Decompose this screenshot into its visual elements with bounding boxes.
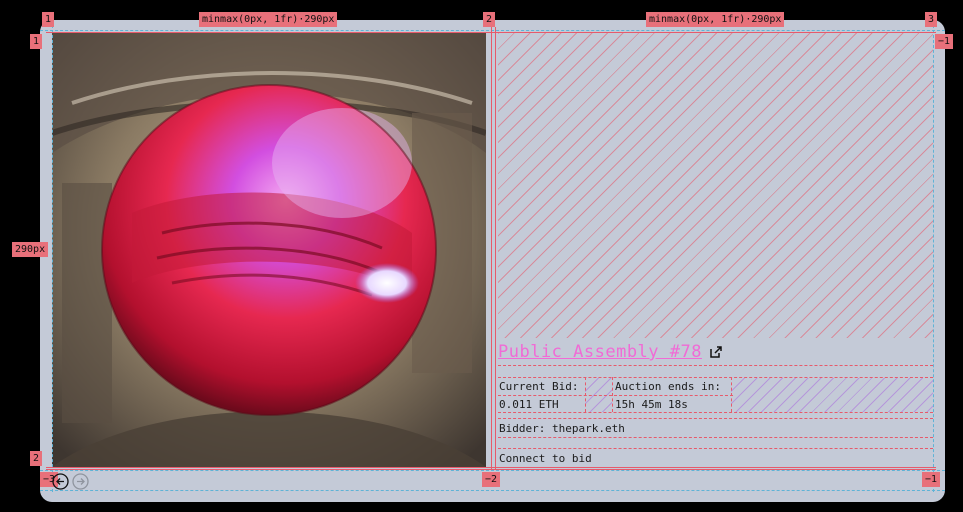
grid-line [498,412,933,413]
grid-line [498,377,933,378]
grid-row-number-badge: −1 [935,34,954,49]
grid-line [40,490,945,491]
grid-col-number-badge: 3 [925,12,938,27]
arrow-right-icon[interactable] [72,473,89,490]
grid-line [933,20,934,492]
grid-col-size-badge: minmax(0px, 1fr)·290px [646,12,785,27]
grid-line [498,437,933,438]
grid-col-number-badge: 1 [42,12,55,27]
grid-line [585,377,586,412]
grid-col-number-badge: 2 [483,12,496,27]
grid-line [498,395,733,396]
current-bid-value: 0.011 ETH [499,398,559,411]
grid-row-number-badge: 1 [30,34,43,49]
auction-countdown: 15h 45m 18s [615,398,688,411]
grid-line [612,377,613,412]
grid-line [731,377,732,412]
grid-gap-hatch [731,378,933,412]
current-bid-label: Current Bid: [499,380,579,393]
grid-line [46,467,936,468]
nft-title-link[interactable]: Public Assembly #78 [498,342,702,362]
grid-line [498,448,933,449]
connect-to-bid-button[interactable]: Connect to bid [499,452,592,465]
auction-ends-label: Auction ends in: [615,380,721,393]
grid-line [52,20,53,492]
grid-line [498,418,933,419]
grid-line [498,365,933,366]
grid-col-size-badge: minmax(0px, 1fr)·290px [199,12,338,27]
grid-col-number-badge: −1 [922,472,941,487]
grid-line [491,27,492,469]
grid-row-size-badge: 290px [12,242,49,257]
grid-line [46,32,936,33]
external-link-icon[interactable] [709,345,723,359]
grid-col-number-badge: −2 [482,472,501,487]
grid-row-number-badge: 2 [30,451,43,466]
grid-line [40,30,945,31]
grid-line [46,469,936,470]
grid-line [40,470,945,471]
bidder-text: Bidder: thepark.eth [499,422,625,435]
arrow-left-icon[interactable] [52,473,69,490]
nft-artwork-image [52,33,486,467]
empty-grid-area [498,33,933,338]
grid-line [495,27,496,469]
